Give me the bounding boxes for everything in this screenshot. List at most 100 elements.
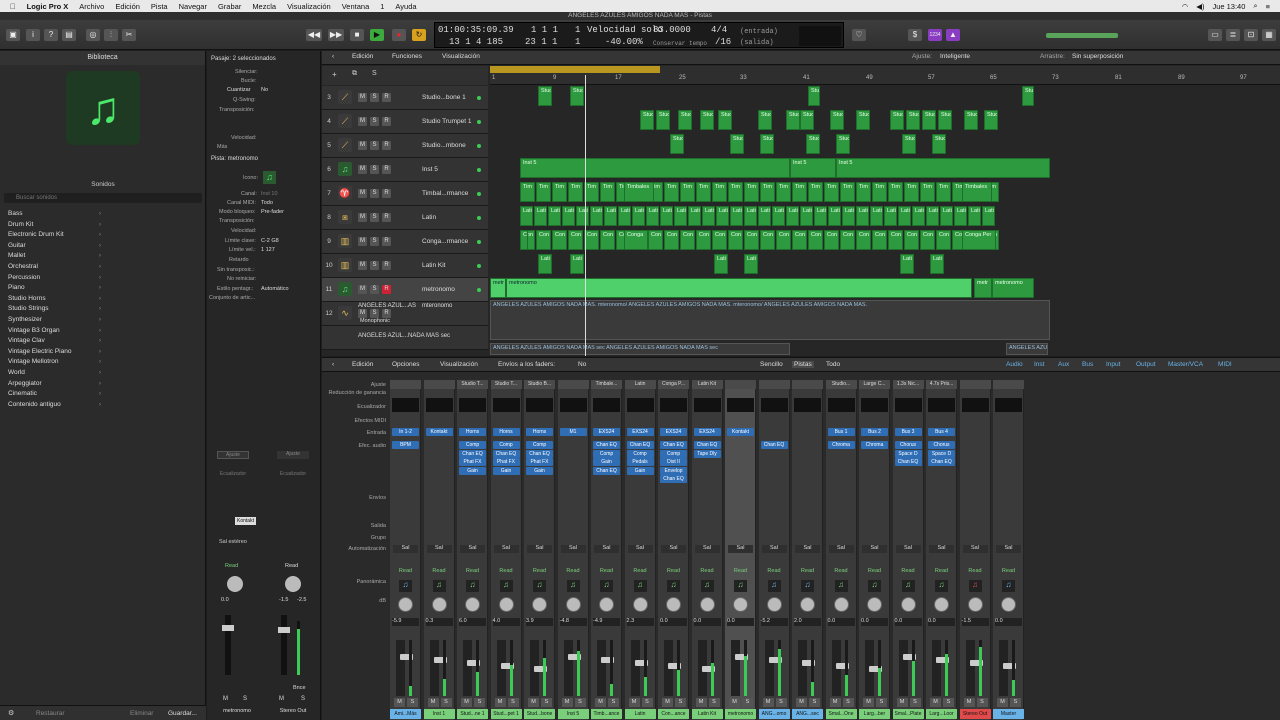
track-name[interactable]: ANGELES AZUL...NADA MAS sec — [358, 333, 450, 339]
filter-audio[interactable]: Audio — [1006, 361, 1023, 368]
region[interactable]: Lati — [842, 206, 855, 226]
region[interactable]: metr — [974, 278, 992, 298]
toolbar-icon[interactable]: ▤ — [62, 29, 76, 41]
region[interactable]: Con — [888, 230, 903, 250]
strip-setting[interactable]: Large C... — [859, 380, 890, 389]
forward-button[interactable]: ▶▶ — [328, 29, 344, 41]
record-button[interactable]: ● — [392, 29, 406, 41]
strip-mute-button[interactable]: M — [494, 698, 506, 707]
track-name[interactable]: ANGELES AZUL...AS — [358, 303, 416, 309]
input-slot[interactable]: M1 — [559, 428, 587, 436]
solo-button[interactable]: S — [370, 117, 379, 126]
inspector-setting-slot-1[interactable]: Ajuste — [217, 451, 249, 459]
sends-on-faders-value[interactable]: No — [578, 361, 586, 368]
strip-track-name[interactable]: ANG...sec — [792, 709, 823, 719]
region[interactable]: Con — [920, 230, 935, 250]
region[interactable]: Tim — [696, 182, 711, 202]
region[interactable]: Con — [760, 230, 775, 250]
region[interactable]: Lati — [534, 206, 547, 226]
region[interactable]: Tim — [600, 182, 615, 202]
region[interactable]: Stud — [922, 110, 936, 130]
region[interactable]: Lati — [548, 206, 561, 226]
region[interactable]: Tim — [680, 182, 695, 202]
automation-mode[interactable]: Read — [829, 568, 854, 576]
strip-mute-button[interactable]: M — [427, 698, 439, 707]
strip-track-name[interactable]: Larg...Loor — [926, 709, 957, 719]
region[interactable]: Lati — [744, 206, 757, 226]
strip-track-name[interactable]: Smal...One — [825, 709, 857, 719]
region[interactable]: Con — [568, 230, 583, 250]
region[interactable]: metronomo — [506, 278, 972, 298]
inspector-fader-2[interactable] — [278, 615, 290, 675]
strip-track-name[interactable]: Smal...Plate — [892, 709, 924, 719]
stop-button[interactable]: ■ — [350, 29, 364, 41]
output-slot[interactable]: Sal — [828, 545, 854, 553]
solo-button[interactable]: S — [370, 237, 379, 246]
automation-mode[interactable]: Read — [996, 568, 1021, 576]
pan-knob[interactable] — [1001, 597, 1016, 612]
count-in-icon[interactable]: 1234 — [928, 29, 942, 41]
pan-knob[interactable] — [800, 597, 815, 612]
automation-mode[interactable]: Read — [963, 568, 988, 576]
region[interactable]: Lati — [716, 206, 729, 226]
staff-style-value[interactable]: Automático — [261, 286, 289, 292]
restore-button[interactable]: Restaurar — [36, 710, 65, 717]
audio-fx-slot[interactable]: Chan EQ — [526, 449, 553, 458]
strip-mute-button[interactable]: M — [595, 698, 606, 707]
volume-value[interactable]: 0.0 — [928, 618, 955, 626]
mute-button[interactable]: M — [358, 189, 367, 198]
key-limit-value[interactable]: C-2 G8 — [261, 238, 279, 244]
strip-track-name[interactable]: Stud...bone — [524, 709, 555, 719]
eq-thumbnail[interactable] — [827, 398, 855, 412]
strip-mute-button[interactable]: M — [729, 698, 740, 707]
track-header[interactable]: 7 ♈ M S R Timbal...rmance — [322, 182, 488, 206]
track-name[interactable]: metronomo — [422, 286, 455, 293]
strip-solo-button[interactable]: S — [742, 698, 753, 707]
search-icon[interactable]: ⌕ — [1253, 1, 1257, 11]
inspector-pan-knob-1[interactable] — [227, 576, 243, 592]
mixer-view-menu[interactable]: Visualización — [440, 361, 478, 368]
track-header[interactable]: 6 ♫ M S R Inst 5 — [322, 158, 488, 182]
save-button[interactable]: Guardar... — [168, 710, 197, 717]
strip-setting[interactable] — [993, 380, 1024, 389]
audio-fx-slot[interactable]: Chan EQ — [760, 441, 788, 449]
strip-setting[interactable] — [557, 380, 589, 389]
strip-track-name[interactable]: Larg...ber — [859, 709, 890, 719]
volume-value[interactable]: -5.9 — [392, 618, 419, 626]
region[interactable]: Lati — [968, 206, 981, 226]
sound-category-item[interactable]: Vintage Electric Piano — [0, 347, 206, 358]
region[interactable]: Lati — [814, 206, 827, 226]
sound-category-item[interactable]: World — [0, 368, 206, 379]
track-inspector-title[interactable]: Pista: metronomo — [211, 156, 258, 162]
library-icon[interactable]: ▣ — [6, 29, 20, 41]
pan-knob[interactable] — [967, 597, 983, 612]
pan-knob[interactable] — [900, 597, 916, 612]
record-enable-button[interactable]: R — [382, 93, 391, 102]
region[interactable]: Lati — [570, 254, 584, 274]
region[interactable]: Con — [696, 230, 711, 250]
solo-button[interactable]: S — [370, 285, 379, 294]
audio-fx-slot[interactable]: Chroma — [827, 441, 855, 449]
filter-input[interactable]: Input — [1106, 361, 1120, 368]
eq-thumbnail[interactable] — [794, 398, 821, 412]
strip-setting[interactable] — [423, 380, 455, 389]
output-slot[interactable]: Sal — [862, 545, 887, 553]
volume-fader[interactable] — [932, 640, 949, 696]
sound-category-item[interactable]: Electronic Drum Kit — [0, 230, 206, 241]
track-header[interactable]: ANGELES AZUL...NADA MAS sec — [322, 326, 488, 350]
loop-browser-icon[interactable]: ⊡ — [1244, 29, 1258, 41]
volume-fader[interactable] — [865, 640, 882, 696]
region[interactable]: C — [520, 230, 528, 250]
audio-fx-slot[interactable]: Chorus — [894, 441, 922, 449]
region[interactable]: Tim — [568, 182, 583, 202]
mixer-options-menu[interactable]: Opciones — [392, 361, 419, 368]
region[interactable]: Lati — [856, 206, 869, 226]
trombone-icon[interactable]: ⟋ — [338, 138, 352, 152]
audio-fx-slot[interactable]: Chroma — [861, 441, 888, 449]
inspector-read-1[interactable]: Read — [225, 563, 238, 569]
list-icon[interactable]: ≣ — [1226, 29, 1240, 41]
region[interactable]: Con — [776, 230, 791, 250]
output-slot[interactable]: Sal — [560, 545, 586, 553]
region[interactable]: Tim — [920, 182, 935, 202]
volume-fader[interactable] — [965, 640, 983, 696]
